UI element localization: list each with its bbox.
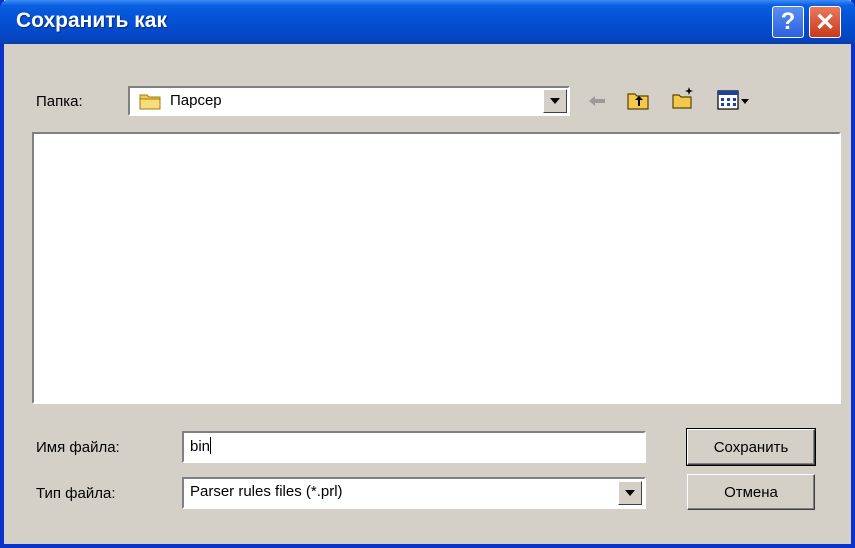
back-arrow-icon[interactable] xyxy=(585,89,609,113)
window-title: Сохранить как xyxy=(16,9,167,32)
file-type-label: Тип файла: xyxy=(36,485,116,502)
new-folder-icon[interactable] xyxy=(671,86,695,110)
chevron-down-icon xyxy=(550,98,560,104)
save-as-dialog: Сохранить как ? ✕ Папка: Парсер Имя файл… xyxy=(0,0,855,548)
file-type-dropdown-button[interactable] xyxy=(618,481,642,505)
file-list-view[interactable] xyxy=(32,132,841,404)
file-name-label: Имя файла: xyxy=(36,439,120,456)
location-dropdown-button[interactable] xyxy=(543,89,567,113)
close-button[interactable]: ✕ xyxy=(809,6,841,38)
help-icon: ? xyxy=(780,8,796,35)
file-name-text: bin xyxy=(190,437,212,455)
location-value: Парсер xyxy=(170,92,222,109)
location-label: Папка: xyxy=(36,93,83,110)
save-button[interactable]: Сохранить xyxy=(686,428,816,466)
file-name-value: bin xyxy=(190,438,211,455)
text-cursor xyxy=(210,437,212,454)
up-folder-icon[interactable] xyxy=(626,88,650,112)
chevron-down-icon xyxy=(625,490,635,496)
help-button[interactable]: ? xyxy=(772,6,804,38)
cancel-button[interactable]: Отмена xyxy=(687,474,815,510)
title-bar[interactable]: Сохранить как ? ✕ xyxy=(0,0,855,44)
file-type-select[interactable]: Parser rules files (*.prl) xyxy=(182,477,646,509)
close-icon: ✕ xyxy=(814,8,836,36)
file-name-input[interactable]: bin xyxy=(182,431,646,463)
file-type-value: Parser rules files (*.prl) xyxy=(190,483,343,500)
location-combobox[interactable]: Парсер xyxy=(128,86,570,116)
folder-icon xyxy=(139,94,161,110)
view-menu-icon[interactable] xyxy=(716,88,752,112)
